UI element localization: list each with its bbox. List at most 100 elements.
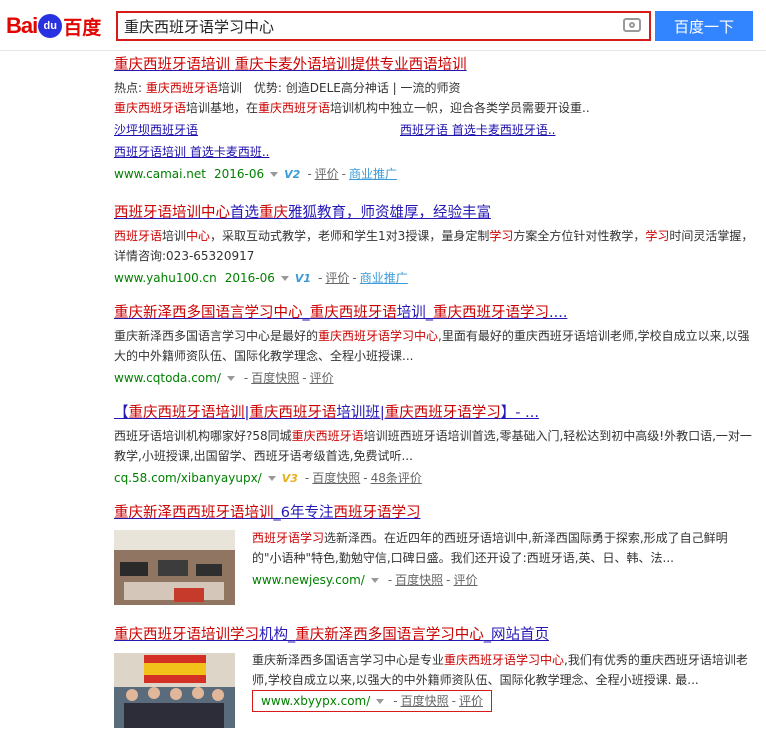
- dropdown-arrow-icon[interactable]: [226, 376, 235, 381]
- rate-link[interactable]: 评价: [459, 694, 483, 708]
- verified-badge-icon[interactable]: V3: [282, 472, 298, 485]
- result-desc: 西班牙语培训机构哪家好?58同城重庆西班牙语培训班西班牙语培训首选,零基础入门,…: [114, 426, 754, 466]
- title-part: 机构_: [259, 627, 296, 643]
- desc-part: 重庆西班牙语: [291, 429, 364, 443]
- snapshot-link[interactable]: 百度快照: [395, 573, 443, 587]
- snapshot-link[interactable]: 百度快照: [251, 371, 299, 385]
- dropdown-arrow-icon[interactable]: [270, 172, 279, 177]
- title-part: 重庆西班牙语培训: [128, 405, 245, 421]
- result-title[interactable]: 重庆新泽西多国语言学习中心_重庆西班牙语培训_重庆西班牙语学习....: [114, 304, 754, 322]
- desc-part: 培训: [217, 81, 242, 95]
- desc-part: ，采取互动式教学，老师和学生1对3授课，量身定制: [210, 229, 490, 243]
- verified-badge-icon[interactable]: V2: [284, 168, 300, 181]
- title-part: 学习中心: [244, 305, 303, 321]
- sublink[interactable]: 西班牙语培训 首选卡麦西班..: [114, 142, 754, 162]
- result-url-row: cq.58.com/xibanyayupx/V3- 百度快照 -48条评价: [114, 471, 422, 485]
- sublink[interactable]: 西班牙语 首选卡麦西班牙语..: [400, 120, 555, 140]
- result-url[interactable]: www.yahu100.cn: [114, 271, 217, 285]
- title-part: 雅狐教育，师资雄厚，经验丰富: [288, 205, 491, 221]
- result-url[interactable]: www.cqtoda.com/: [114, 371, 221, 385]
- result-title[interactable]: 重庆西班牙语培训学习机构_重庆新泽西多国语言学习中心_网站首页: [114, 626, 754, 644]
- search-input[interactable]: [118, 13, 610, 39]
- result-title[interactable]: 重庆新泽西西班牙语培训_6年专注西班牙语学习: [114, 504, 754, 522]
- rate-link[interactable]: 评价: [325, 271, 349, 285]
- result-url[interactable]: www.xbyypx.com/: [261, 694, 370, 708]
- desc-part: 培训机构中独立一帜，迎合各类学员需要开设重..: [330, 101, 590, 115]
- title-part: 重庆新泽西西班牙语培训: [114, 505, 274, 521]
- logo-text: Bai: [6, 13, 38, 38]
- result-url[interactable]: www.camai.net: [114, 167, 206, 181]
- result-title[interactable]: 重庆西班牙语培训 重庆卡麦外语培训提供专业西语培训: [114, 56, 754, 74]
- result-url[interactable]: cq.58.com/xibanyayupx/: [114, 471, 262, 485]
- result-url[interactable]: www.newjesy.com/: [252, 573, 365, 587]
- title-part: 重庆西班牙语培训: [114, 57, 230, 73]
- result-url-row: www.cqtoda.com/- 百度快照 - 评价: [114, 371, 334, 385]
- result-thumbnail[interactable]: [114, 653, 235, 728]
- desc-part: 中心: [186, 229, 211, 243]
- dropdown-arrow-icon[interactable]: [280, 276, 289, 281]
- ad-link[interactable]: 商业推广: [360, 271, 408, 285]
- verified-badge-icon[interactable]: V1: [295, 272, 311, 285]
- dropdown-arrow-icon[interactable]: [376, 699, 385, 704]
- result-desc-wrap: 西班牙语学习选新泽西。在近四年的西班牙语培训中,新泽西国际勇于探索,形成了自己鲜…: [252, 528, 752, 590]
- logo-cn: 百度: [63, 16, 102, 39]
- title-part: 重庆西班牙语: [249, 405, 337, 421]
- title-part: 学习中心: [425, 627, 484, 643]
- rate-link[interactable]: 评价: [315, 167, 339, 181]
- title-part: 培训班|: [336, 405, 385, 421]
- title-part: 重庆: [234, 57, 264, 73]
- title-part: 培训_: [396, 305, 433, 321]
- title-part: 重庆: [259, 205, 288, 221]
- desc-part: 选新泽西。在近四年的西班牙语培训中,新泽西国际勇于探索,形成了自己鲜明的"小语种…: [252, 531, 728, 565]
- desc-part: 培训基地，在: [186, 101, 259, 115]
- result-item: 重庆新泽西西班牙语培训_6年专注西班牙语学习 西班牙语学习选新泽西。在近四年的西…: [114, 504, 754, 614]
- result-item: 西班牙语培训中心首选重庆雅狐教育，师资雄厚，经验丰富 西班牙语培训中心，采取互动…: [114, 204, 754, 289]
- snapshot-link[interactable]: 百度快照: [312, 471, 360, 485]
- title-part: 重庆新泽西多国语言: [114, 305, 245, 321]
- desc-part: 重庆西班牙语: [145, 81, 218, 95]
- desc-part: 重庆西班牙语学习中心: [318, 329, 439, 343]
- title-part: 【: [114, 405, 129, 421]
- reviews-link[interactable]: 48条评价: [371, 471, 422, 485]
- search-box: [116, 11, 651, 41]
- result-url-row: www.yahu100.cn 2016-06 V1- 评价 - 商业推广: [114, 271, 408, 285]
- rate-link[interactable]: 评价: [454, 573, 478, 587]
- sublink[interactable]: 沙坪坝西班牙语: [114, 120, 198, 140]
- result-item: 重庆西班牙语培训 重庆卡麦外语培训提供专业西语培训 热点: 重庆西班牙语培训 优…: [114, 56, 754, 185]
- desc-part: 学习: [645, 229, 670, 243]
- snapshot-link[interactable]: 百度快照: [401, 694, 449, 708]
- sublinks-row: 沙坪坝西班牙语 西班牙语 首选卡麦西班牙语..: [114, 120, 754, 142]
- ad-link[interactable]: 商业推广: [349, 167, 397, 181]
- result-item: 重庆新泽西多国语言学习中心_重庆西班牙语培训_重庆西班牙语学习.... 重庆新泽…: [114, 304, 754, 388]
- result-thumbnail[interactable]: [114, 530, 235, 605]
- title-part: 首选: [230, 205, 259, 221]
- desc-part: 西班牙语培训机构哪家好?58同城: [114, 429, 292, 443]
- search-button[interactable]: 百度一下: [655, 11, 753, 41]
- title-part: 重庆西班牙语培训: [114, 627, 230, 643]
- desc-part: 西班牙语: [114, 229, 163, 243]
- baidu-logo[interactable]: Bai du 百度: [6, 8, 101, 44]
- result-desc: 热点: 重庆西班牙语培训 优势: 创造DELE高分神话 | 一流的师资 重庆西班…: [114, 78, 754, 118]
- title-part: 学习: [230, 627, 259, 643]
- result-item: 重庆西班牙语培训学习机构_重庆新泽西多国语言学习中心_网站首页 重庆新泽西多国语…: [114, 626, 754, 736]
- title-part: 西班牙语学习: [333, 505, 421, 521]
- result-date: 2016-06: [214, 167, 265, 181]
- camera-icon[interactable]: [623, 18, 641, 32]
- title-part: ....: [549, 305, 568, 321]
- result-desc: 重庆新泽西多国语言学习中心是专业重庆西班牙语学习中心,我们有优秀的重庆西班牙语培…: [252, 650, 754, 690]
- result-url-row: www.xbyypx.com/- 百度快照 - 评价: [252, 690, 754, 712]
- logo-paw-icon: du: [38, 14, 63, 38]
- result-title[interactable]: 西班牙语培训中心首选重庆雅狐教育，师资雄厚，经验丰富: [114, 204, 754, 222]
- desc-part: 重庆新泽西多国语言学习中心是专业: [252, 653, 445, 667]
- title-part: 重庆西班牙语学习: [384, 405, 501, 421]
- desc-part: 重庆西班牙语: [258, 101, 331, 115]
- result-title[interactable]: 【重庆西班牙语培训|重庆西班牙语培训班|重庆西班牙语学习】- ...: [114, 404, 754, 422]
- desc-part: 培训: [162, 229, 187, 243]
- rate-link[interactable]: 评价: [310, 371, 334, 385]
- dropdown-arrow-icon[interactable]: [370, 578, 379, 583]
- result-desc: 重庆新泽西多国语言学习中心是最好的重庆西班牙语学习中心,里面有最好的重庆西班牙语…: [114, 326, 754, 366]
- dropdown-arrow-icon[interactable]: [267, 476, 276, 481]
- desc-part: 重庆西班牙语: [114, 101, 187, 115]
- desc-part: 学习: [489, 229, 514, 243]
- title-part: 重庆西班牙语: [309, 305, 397, 321]
